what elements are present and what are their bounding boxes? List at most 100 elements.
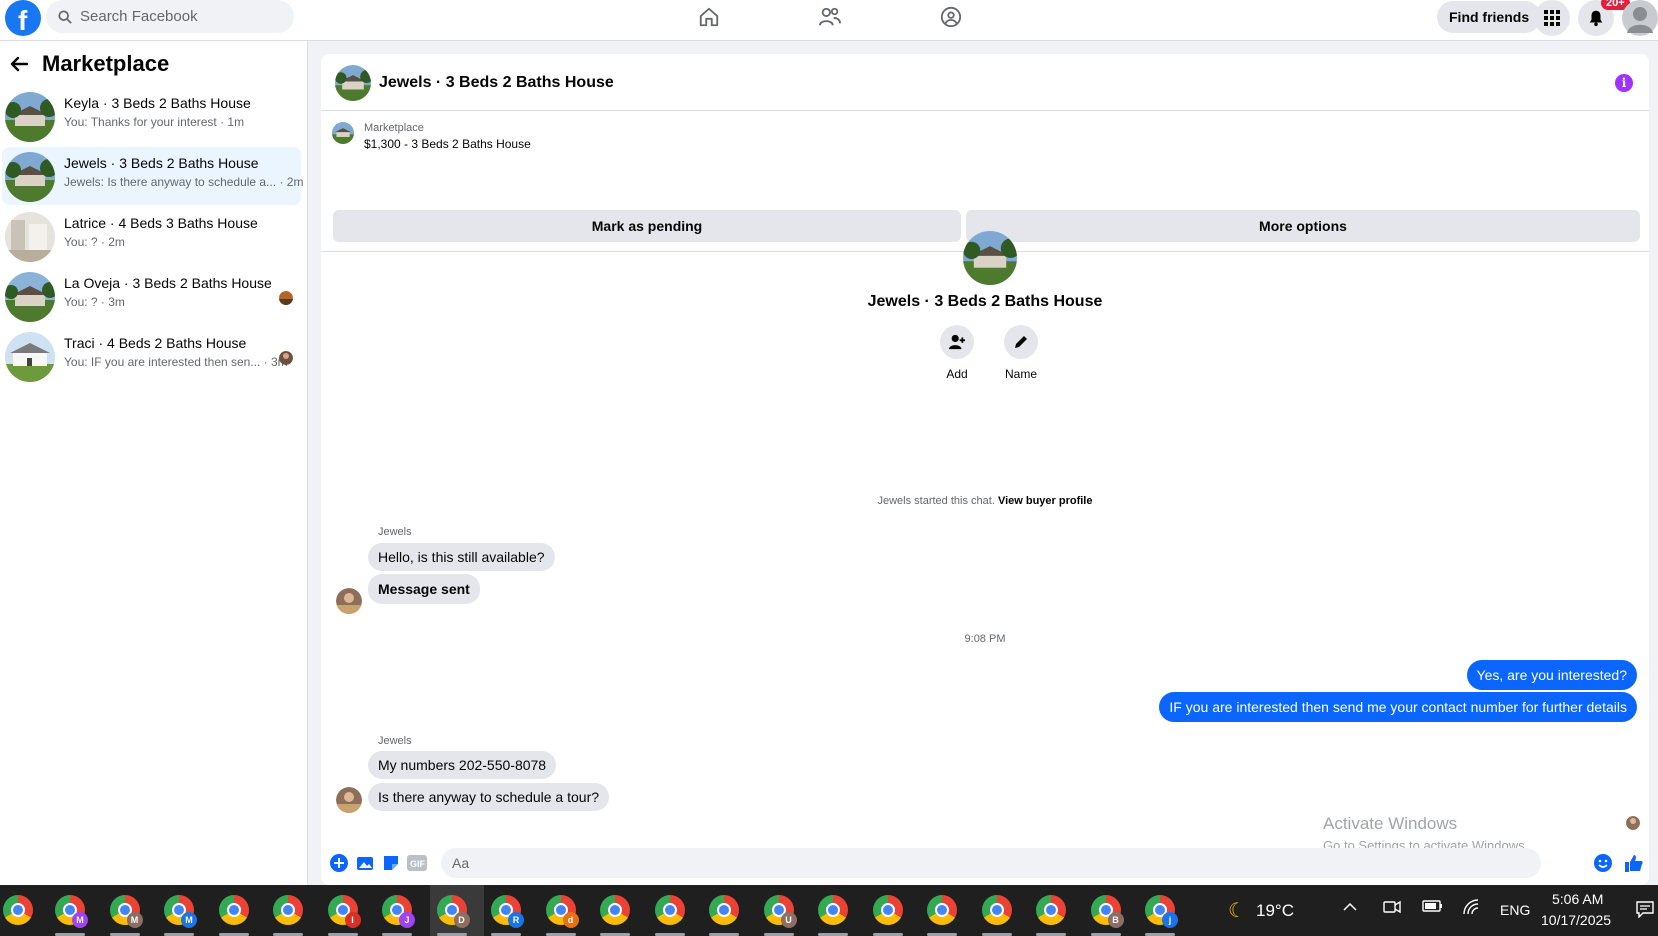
conversation-title: Keyla · 3 Beds 2 Baths House [64,95,251,111]
profile-badge: J [399,912,415,928]
emoji-icon[interactable] [1593,853,1613,873]
incoming-message[interactable]: My numbers 202-550-8078 [368,751,557,779]
message-input[interactable]: Aa [441,848,1541,878]
add-label: Add [946,367,968,381]
meet-now-icon[interactable] [1383,899,1401,919]
taskbar-chrome-icon[interactable]: M [109,895,143,928]
outgoing-message[interactable]: IF you are interested then send me your … [1159,692,1637,722]
add-person-icon[interactable] [940,325,974,359]
sender-avatar[interactable] [336,588,362,614]
search-box[interactable]: Search Facebook [46,0,294,33]
taskbar-chrome-icon[interactable]: M [55,895,88,928]
edit-name-action[interactable]: Name [991,325,1051,381]
search-icon [58,9,72,24]
facebook-logo-icon[interactable]: f [5,0,41,36]
taskbar-chrome-icon[interactable] [981,895,1012,925]
house-thumbnail [5,152,55,202]
home-icon[interactable] [696,4,722,30]
weather-moon-icon[interactable]: ☾ [1228,898,1246,923]
sticker-icon[interactable] [381,853,401,873]
conversation-item[interactable]: Traci · 4 Beds 2 Baths House You: IF you… [2,327,301,385]
taskbar-chrome-icon[interactable]: D [436,895,470,928]
profile-thumbnail [963,231,1017,285]
view-buyer-profile-link[interactable]: View buyer profile [998,495,1093,507]
outgoing-message[interactable]: Yes, are you interested? [1466,660,1637,690]
pencil-icon[interactable] [1004,325,1038,359]
taskbar-chrome-icon[interactable]: J [382,895,415,928]
info-icon[interactable]: i [1615,74,1633,92]
plus-icon[interactable] [329,853,349,873]
windows-taskbar: M M M I J D Rd U Bj ☾ 19°C ENG 5:06 AM 10/17/202… [0,885,1658,936]
more-options-button[interactable]: More options [966,210,1640,242]
profile-badge: M [181,912,197,928]
sender-avatar[interactable] [336,787,362,813]
taskbar-chrome-icon[interactable] [872,895,903,925]
conversation-preview: You: IF you are interested then sen... ·… [64,355,288,369]
battery-icon[interactable] [1422,899,1444,917]
house-thumbnail [5,272,55,322]
show-hidden-icons-icon[interactable] [1342,899,1358,919]
profile-badge: U [780,912,797,928]
taskbar-chrome-icon[interactable]: j [1145,895,1178,928]
notification-center-icon[interactable] [1636,900,1654,922]
taskbar-chrome-icon[interactable] [709,895,739,925]
incoming-message[interactable]: Message sent [368,574,480,604]
find-friends-button[interactable]: Find friends [1437,1,1542,33]
taskbar-chrome-icon[interactable] [818,895,848,925]
mark-as-pending-button[interactable]: Mark as pending [333,210,961,242]
top-navigation-bar: f Search Facebook Find friends 20+ [0,0,1658,41]
profile-badge: M [126,912,143,928]
taskbar-chrome-icon[interactable]: d [545,895,579,928]
message-composer: GIF Aa [321,844,1649,885]
groups-icon[interactable] [938,4,964,30]
back-arrow-icon[interactable] [10,56,28,72]
profile-badge: D [453,912,470,928]
incoming-message[interactable]: Is there anyway to schedule a tour? [368,783,610,811]
conversation-item[interactable]: La Oveja · 3 Beds 2 Baths House You: ? ·… [2,267,301,325]
taskbar-chrome-icon[interactable] [218,895,249,925]
sidebar-title: Marketplace [42,51,170,76]
conversation-title: La Oveja · 3 Beds 2 Baths House [64,275,272,291]
taskbar-chrome-icon[interactable] [1036,895,1066,925]
chat-start-note: Jewels started this chat. View buyer pro… [321,495,1649,507]
conversation-item[interactable]: Latrice · 4 Beds 3 Baths House You: ? · … [2,207,301,265]
clock-date[interactable]: 10/17/2025 [1541,912,1611,928]
house-interior-thumbnail [5,212,55,262]
taskbar-chrome-icon[interactable]: B [1090,895,1124,928]
wifi-icon[interactable] [1462,899,1482,919]
listing-source-label: Marketplace [364,122,424,134]
search-input[interactable]: Search Facebook [80,8,198,25]
conversation-preview: You: ? · 2m [64,235,125,249]
gif-icon[interactable]: GIF [407,853,427,873]
input-language[interactable]: ENG [1500,902,1530,918]
conversation-item[interactable]: Keyla · 3 Beds 2 Baths House You: Thanks… [2,87,301,145]
taskbar-chrome-icon[interactable] [927,895,957,925]
house-thumbnail [5,332,55,382]
listing-thumbnail[interactable] [332,122,354,144]
taskbar-chrome-icon[interactable] [3,895,33,925]
friends-icon[interactable] [817,4,843,30]
taskbar-chrome-icon[interactable]: I [327,895,361,928]
listing-price[interactable]: $1,300 - 3 Beds 2 Baths House [364,137,531,151]
chat-header-thumbnail[interactable] [335,65,371,101]
taskbar-chrome-icon[interactable]: U [763,895,797,928]
taskbar-chrome-icon[interactable]: M [164,895,197,928]
taskbar-chrome-icon[interactable] [654,895,685,925]
seen-avatar-icon [279,291,293,305]
taskbar-chrome-icon[interactable]: R [491,895,524,928]
add-people-action[interactable]: Add [927,325,987,381]
taskbar-chrome-icon[interactable] [600,895,630,925]
svg-text:f: f [18,5,28,36]
thumbs-up-icon[interactable] [1624,853,1644,873]
chat-title[interactable]: Jewels · 3 Beds 2 Baths House [379,74,614,92]
profile-name: Jewels · 3 Beds 2 Baths House [867,293,1103,310]
weather-temperature[interactable]: 19°C [1256,901,1294,921]
message-timestamp: 9:08 PM [964,633,1006,645]
account-avatar-icon[interactable] [1622,0,1658,36]
taskbar-chrome-icon[interactable] [273,895,303,925]
incoming-message[interactable]: Hello, is this still available? [368,543,555,571]
conversation-item-active[interactable]: Jewels · 3 Beds 2 Baths House Jewels: Is… [2,147,303,205]
clock-time[interactable]: 5:06 AM [1552,891,1603,907]
photo-icon[interactable] [355,853,375,873]
menu-grid-icon[interactable] [1534,0,1570,36]
